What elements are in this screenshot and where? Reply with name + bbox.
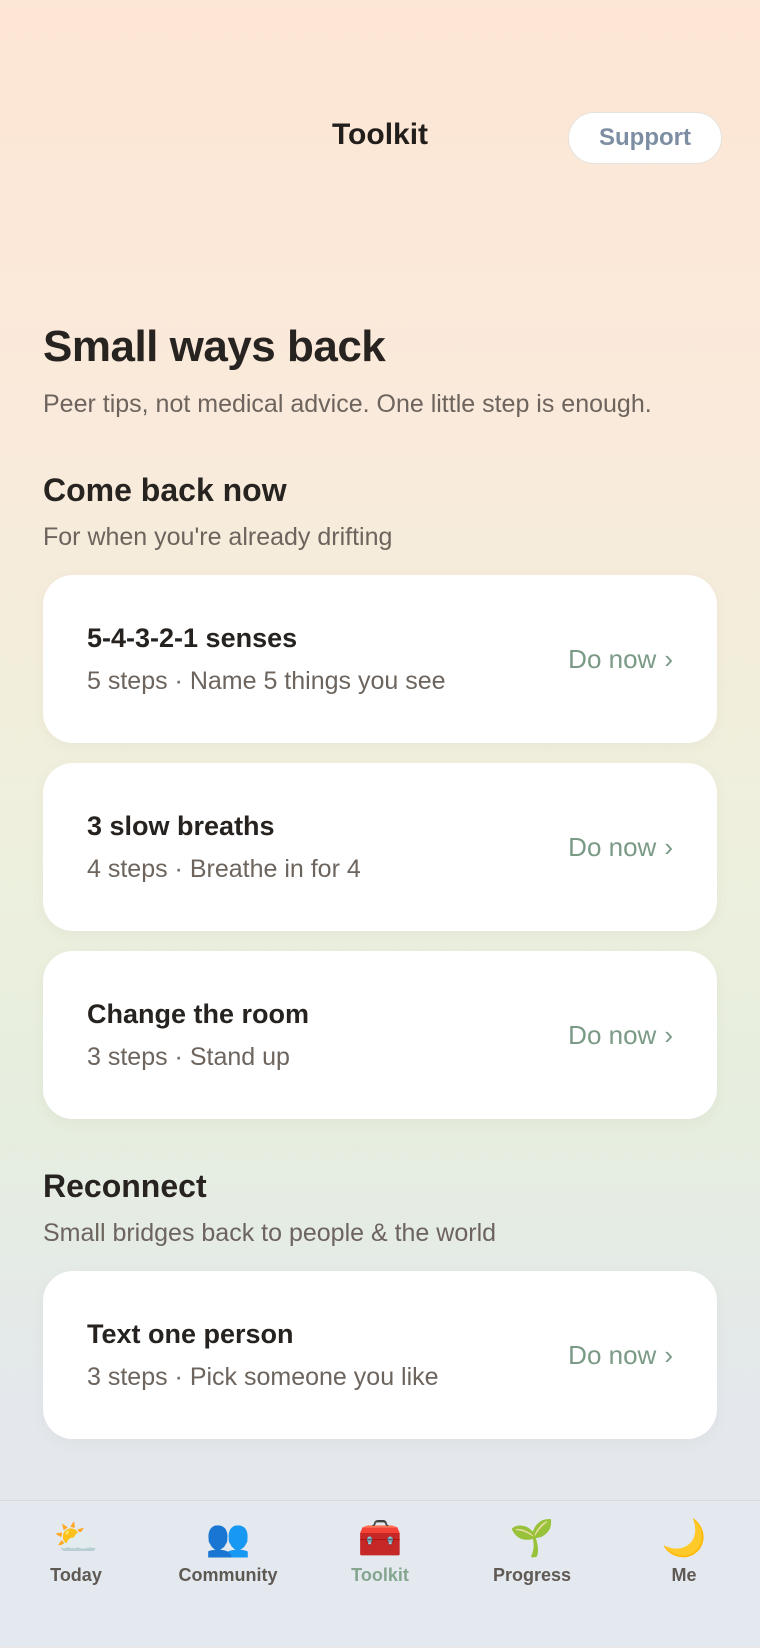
sun-behind-cloud-icon: ⛅ <box>53 1518 99 1559</box>
card-meta: 4 steps · Breathe in for 4 <box>87 855 361 883</box>
tab-label: Me <box>671 1565 697 1585</box>
tab-progress[interactable]: 🌱 Progress <box>456 1517 608 1586</box>
crescent-moon-icon: 🌙 <box>661 1518 707 1559</box>
tab-community[interactable]: 👥 Community <box>152 1517 304 1586</box>
chevron-right-icon: › <box>664 1019 673 1050</box>
tab-label: Progress <box>492 1565 572 1585</box>
section-subtitle-reconnect: Small bridges back to people & the world <box>43 1219 497 1247</box>
do-now-button[interactable]: Do now › <box>568 1271 673 1439</box>
card-meta: 3 steps · Pick someone you like <box>87 1363 439 1391</box>
header: Toolkit Support <box>0 0 760 200</box>
chevron-right-icon: › <box>664 643 673 674</box>
do-now-label: Do now <box>568 1339 657 1370</box>
do-now-button[interactable]: Do now › <box>568 951 673 1119</box>
exercise-card-senses[interactable]: 5-4-3-2-1 senses 5 steps · Name 5 things… <box>43 575 717 743</box>
hero-title: Small ways back <box>43 322 386 371</box>
card-title: Text one person <box>87 1319 294 1349</box>
card-meta: 3 steps · Stand up <box>87 1043 290 1071</box>
do-now-label: Do now <box>568 831 657 862</box>
section-subtitle-come-back-now: For when you're already drifting <box>43 523 393 551</box>
do-now-button[interactable]: Do now › <box>568 575 673 743</box>
card-meta: 5 steps · Name 5 things you see <box>87 667 446 695</box>
chevron-right-icon: › <box>664 831 673 862</box>
section-title-come-back-now: Come back now <box>43 472 287 508</box>
exercise-card-breaths[interactable]: 3 slow breaths 4 steps · Breathe in for … <box>43 763 717 931</box>
chevron-right-icon: › <box>664 1339 673 1370</box>
toolbox-icon: 🧰 <box>357 1518 403 1559</box>
seedling-icon: 🌱 <box>509 1518 555 1559</box>
tab-label: Toolkit <box>351 1565 409 1585</box>
card-title: Change the room <box>87 999 310 1029</box>
exercise-card-change-room[interactable]: Change the room 3 steps · Stand up Do no… <box>43 951 717 1119</box>
people-icon: 👥 <box>205 1518 251 1559</box>
support-button[interactable]: Support <box>568 112 722 164</box>
card-title: 5-4-3-2-1 senses <box>87 623 298 653</box>
tab-bar: ⛅ Today 👥 Community 🧰 Toolkit 🌱 Progress… <box>0 1500 760 1648</box>
tab-label: Today <box>50 1565 102 1585</box>
do-now-label: Do now <box>568 1019 657 1050</box>
hero-subtitle: Peer tips, not medical advice. One littl… <box>43 390 652 418</box>
tab-label: Community <box>178 1565 278 1585</box>
do-now-label: Do now <box>568 643 657 674</box>
tab-me[interactable]: 🌙 Me <box>608 1517 760 1586</box>
exercise-card-text-person[interactable]: Text one person 3 steps · Pick someone y… <box>43 1271 717 1439</box>
tab-today[interactable]: ⛅ Today <box>0 1517 152 1586</box>
tab-toolkit[interactable]: 🧰 Toolkit <box>304 1517 456 1586</box>
section-title-reconnect: Reconnect <box>43 1168 207 1204</box>
do-now-button[interactable]: Do now › <box>568 763 673 931</box>
card-title: 3 slow breaths <box>87 811 275 841</box>
